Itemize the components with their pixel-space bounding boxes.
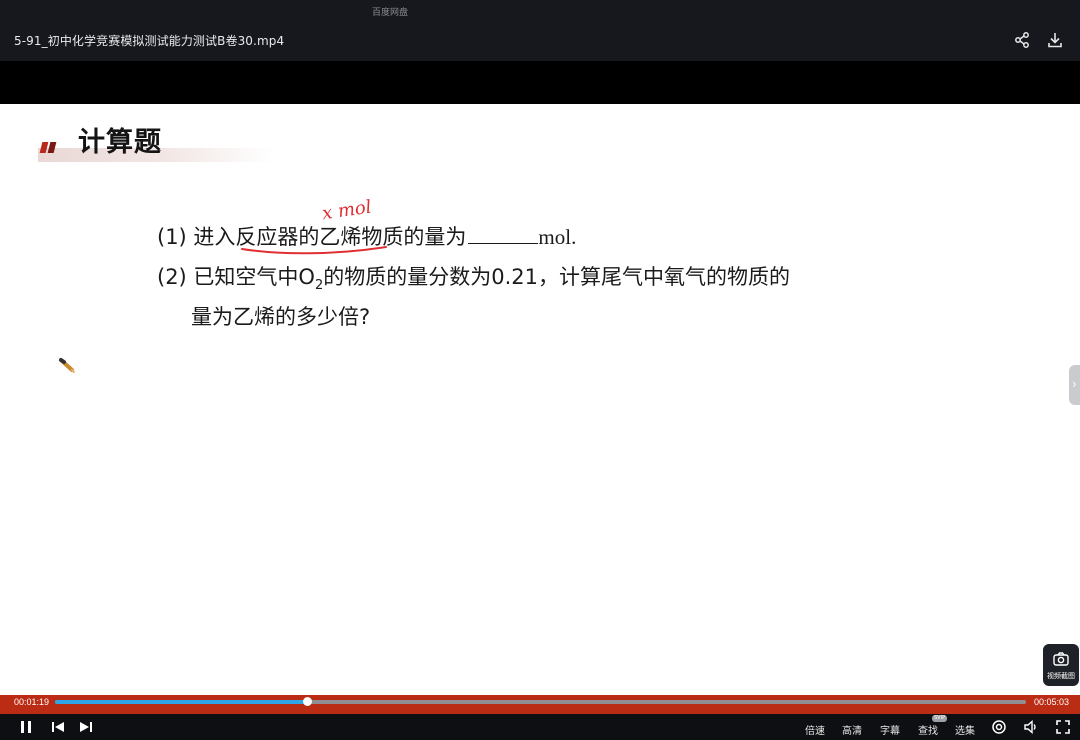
speed-button[interactable]: 倍速 <box>805 722 825 737</box>
progress-track[interactable] <box>55 697 1026 706</box>
progress-fill <box>55 700 308 704</box>
video-title: 5-91_初中化学竞赛模拟测试能力测试B卷30.mp4 <box>14 34 285 48</box>
side-panel-toggle[interactable]: › <box>1069 365 1080 405</box>
screenshot-label: 视频截图 <box>1047 672 1075 680</box>
volume-icon[interactable] <box>1023 719 1039 735</box>
question-2-line-2: 量为乙烯的多少倍? <box>191 305 371 329</box>
search-button[interactable]: 查找 <box>918 722 938 737</box>
subtitle-button[interactable]: 字幕 <box>880 722 900 737</box>
question-2-text-b: 的物质的量分数为0.21，计算尾气中氧气的物质的 <box>323 265 790 289</box>
next-icon[interactable] <box>78 719 94 735</box>
download-icon[interactable] <box>1046 31 1064 49</box>
video-frame[interactable]: 计算题 x mol (1) 进入反应器的乙烯物质的量为 mol. (2) 已知空气… <box>0 104 1080 695</box>
app-name: 百度网盘 <box>371 8 408 18</box>
fullscreen-icon[interactable] <box>1055 719 1071 735</box>
answer-blank <box>468 225 539 244</box>
current-time: 00:01:19 <box>14 697 50 707</box>
chevron-right-icon: › <box>1072 377 1077 391</box>
question-1-unit: mol. <box>538 225 577 249</box>
title-bar: 百度网盘 5-91_初中化学竞赛模拟测试能力测试B卷30.mp4 <box>0 0 1080 61</box>
progress-knob[interactable] <box>303 697 313 706</box>
pencil-cursor-icon <box>59 358 75 373</box>
episodes-button[interactable]: 选集 <box>955 722 975 737</box>
progress-bar-area: 00:01:19 00:05:03 <box>0 695 1080 714</box>
question-2-line-1: (2) 已知空气中O2的物质的量分数为0.21，计算尾气中氧气的物质的 <box>157 261 790 293</box>
quality-button[interactable]: 高清 <box>842 722 862 737</box>
letterbox-top <box>0 61 1080 104</box>
total-time: 00:05:03 <box>1034 697 1070 707</box>
slide-heading: 计算题 <box>38 118 278 164</box>
svip-badge: SVIP <box>932 715 948 722</box>
pause-icon[interactable] <box>18 719 34 735</box>
settings-icon[interactable] <box>991 719 1007 735</box>
camera-icon <box>1053 652 1069 666</box>
question-1-text: (1) 进入反应器的乙烯物质的量为 <box>157 225 467 249</box>
question-2-text-a: (2) 已知空气中O <box>157 265 315 289</box>
oxygen-subscript: 2 <box>314 278 324 294</box>
previous-icon[interactable] <box>50 719 66 735</box>
screenshot-button[interactable]: 视频截图 <box>1043 644 1079 686</box>
heading-text: 计算题 <box>78 127 162 158</box>
share-icon[interactable] <box>1013 31 1031 49</box>
question-1: (1) 进入反应器的乙烯物质的量为 mol. <box>157 221 576 251</box>
player-controls: 倍速 高清 字幕 查找 SVIP 选集 <box>0 714 1080 740</box>
